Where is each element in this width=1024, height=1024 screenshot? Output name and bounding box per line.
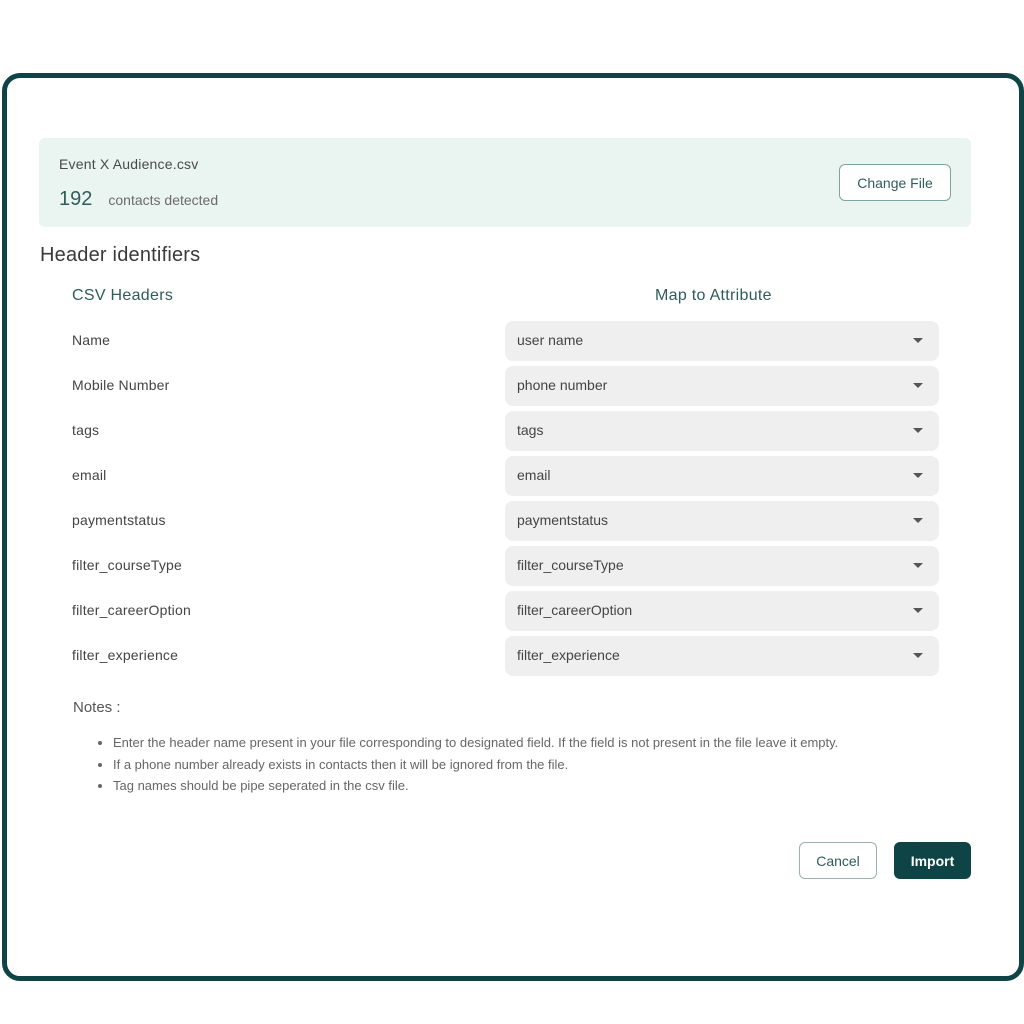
- attribute-select[interactable]: filter_experience: [505, 636, 939, 676]
- cancel-button[interactable]: Cancel: [799, 842, 877, 879]
- csv-header-label: paymentstatus: [72, 512, 166, 528]
- section-title: Header identifiers: [40, 244, 201, 266]
- csv-header-label: filter_courseType: [72, 557, 183, 573]
- attribute-select-value: phone number: [517, 377, 608, 393]
- note-item: If a phone number already exists in cont…: [113, 754, 838, 776]
- map-to-attribute-column-title: Map to Attribute: [655, 287, 772, 304]
- attribute-select-value: paymentstatus: [517, 512, 609, 528]
- attribute-select-value: filter_experience: [517, 647, 620, 663]
- csv-header-label: filter_experience: [72, 647, 179, 663]
- mapping-row: Name user name: [7, 321, 1009, 361]
- caret-down-icon: [913, 608, 923, 613]
- caret-down-icon: [913, 563, 923, 568]
- mapping-row: Mobile Number phone number: [7, 366, 1009, 406]
- note-item: Tag names should be pipe seperated in th…: [113, 775, 838, 797]
- file-name: Event X Audience.csv: [59, 156, 199, 172]
- caret-down-icon: [913, 653, 923, 658]
- csv-header-label: Mobile Number: [72, 377, 170, 393]
- csv-header-label: filter_careerOption: [72, 602, 191, 618]
- contacts-count-row: 192 contacts detected: [59, 188, 218, 211]
- import-dialog: Event X Audience.csv 192 contacts detect…: [2, 73, 1024, 981]
- csv-header-label: tags: [72, 422, 100, 438]
- attribute-select-value: email: [517, 467, 551, 483]
- caret-down-icon: [913, 428, 923, 433]
- attribute-select[interactable]: user name: [505, 321, 939, 361]
- mapping-row: tags tags: [7, 411, 1009, 451]
- note-item: Enter the header name present in your fi…: [113, 732, 838, 754]
- attribute-select-value: tags: [517, 422, 544, 438]
- mapping-row: paymentstatus paymentstatus: [7, 501, 1009, 541]
- change-file-button[interactable]: Change File: [839, 164, 951, 201]
- caret-down-icon: [913, 338, 923, 343]
- attribute-select[interactable]: paymentstatus: [505, 501, 939, 541]
- mapping-row: filter_courseType filter_courseType: [7, 546, 1009, 586]
- notes-title: Notes :: [73, 699, 121, 716]
- attribute-select[interactable]: phone number: [505, 366, 939, 406]
- file-info-banner: Event X Audience.csv 192 contacts detect…: [39, 138, 971, 227]
- csv-header-label: Name: [72, 332, 111, 348]
- contacts-count: 192: [59, 188, 93, 210]
- mapping-row: filter_careerOption filter_careerOption: [7, 591, 1009, 631]
- csv-headers-column-title: CSV Headers: [72, 287, 174, 304]
- import-button[interactable]: Import: [894, 842, 971, 879]
- contacts-count-label: contacts detected: [108, 192, 219, 208]
- mapping-row: email email: [7, 456, 1009, 496]
- caret-down-icon: [913, 383, 923, 388]
- attribute-select-value: filter_careerOption: [517, 602, 633, 618]
- attribute-select[interactable]: tags: [505, 411, 939, 451]
- caret-down-icon: [913, 473, 923, 478]
- notes-list: Enter the header name present in your fi…: [97, 732, 838, 797]
- attribute-select-value: user name: [517, 332, 584, 348]
- caret-down-icon: [913, 518, 923, 523]
- mapping-row: filter_experience filter_experience: [7, 636, 1009, 676]
- csv-header-label: email: [72, 467, 107, 483]
- attribute-select[interactable]: email: [505, 456, 939, 496]
- attribute-select[interactable]: filter_courseType: [505, 546, 939, 586]
- attribute-select[interactable]: filter_careerOption: [505, 591, 939, 631]
- attribute-select-value: filter_courseType: [517, 557, 624, 573]
